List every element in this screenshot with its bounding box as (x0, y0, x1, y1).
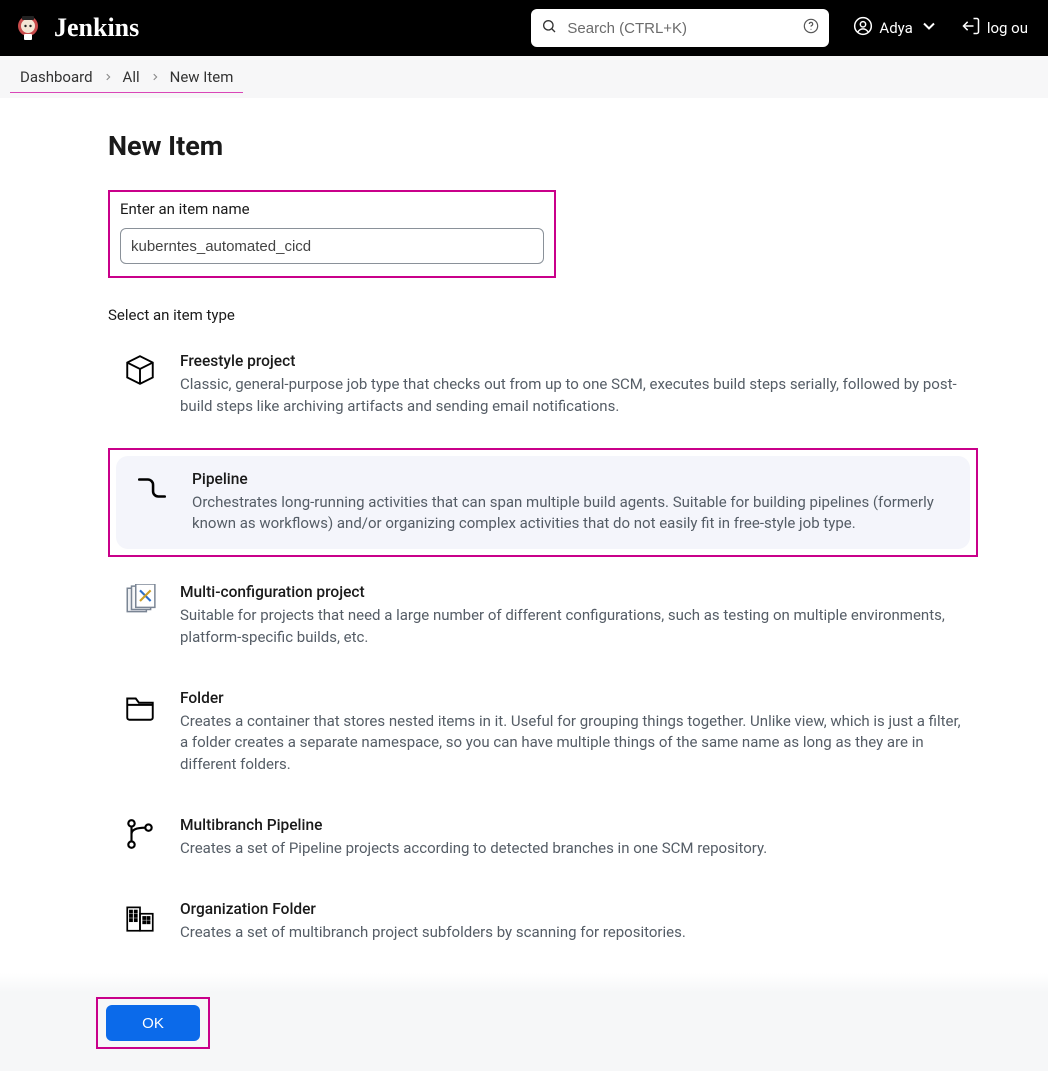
ok-highlight: OK (96, 997, 210, 1049)
page-title: New Item (108, 130, 978, 162)
item-type-title: Multibranch Pipeline (180, 816, 964, 834)
search-input[interactable] (567, 20, 793, 37)
item-name-input[interactable] (120, 228, 544, 264)
item-type-desc: Orchestrates long-running activities tha… (192, 492, 952, 536)
folder-icon (122, 689, 158, 725)
logout-label: log ou (987, 19, 1028, 37)
branch-icon (122, 816, 158, 852)
item-type-pipeline[interactable]: Pipeline Orchestrates long-running activ… (108, 448, 978, 558)
footer: OK (0, 973, 1048, 1071)
org-folder-icon (122, 900, 158, 936)
item-type-multi-config[interactable]: Multi-configuration project Suitable for… (108, 573, 978, 659)
item-type-org-folder[interactable]: Organization Folder Creates a set of mul… (108, 890, 978, 954)
item-type-folder[interactable]: Folder Creates a container that stores n… (108, 679, 978, 786)
item-type-section-label: Select an item type (108, 306, 978, 324)
item-type-desc: Creates a set of multibranch project sub… (180, 922, 964, 944)
item-type-desc: Classic, general-purpose job type that c… (180, 374, 964, 418)
user-avatar-icon (853, 16, 873, 40)
item-type-title: Freestyle project (180, 352, 964, 370)
breadcrumb-sep (146, 68, 164, 86)
item-type-desc: Creates a set of Pipeline projects accor… (180, 838, 964, 860)
breadcrumb-item-dashboard[interactable]: Dashboard (14, 68, 99, 86)
chevron-down-icon (919, 16, 939, 40)
item-type-title: Folder (180, 689, 964, 707)
search-icon (541, 18, 557, 38)
multi-config-icon (122, 583, 158, 619)
help-icon[interactable] (803, 18, 819, 38)
breadcrumb-sep (99, 68, 117, 86)
logout-link[interactable]: log ou (961, 16, 1028, 40)
item-type-title: Multi-configuration project (180, 583, 964, 601)
ok-button[interactable]: OK (106, 1005, 200, 1041)
user-menu[interactable]: Adya (853, 16, 938, 40)
item-type-freestyle[interactable]: Freestyle project Classic, general-purpo… (108, 342, 978, 428)
breadcrumb-item-new-item[interactable]: New Item (164, 68, 240, 86)
jenkins-logo-icon (12, 12, 44, 44)
item-type-title: Organization Folder (180, 900, 964, 918)
item-type-title: Pipeline (192, 470, 952, 488)
item-type-desc: Creates a container that stores nested i… (180, 711, 964, 776)
user-name: Adya (879, 19, 912, 37)
pipeline-icon (134, 470, 170, 506)
breadcrumb-bar: Dashboard All New Item (0, 56, 1048, 98)
logout-icon (961, 16, 981, 40)
main: New Item Enter an item name Select an it… (0, 98, 1048, 1071)
logo[interactable]: Jenkins (12, 12, 139, 44)
search-box[interactable] (531, 9, 829, 47)
item-name-label: Enter an item name (120, 200, 544, 218)
item-type-desc: Suitable for projects that need a large … (180, 605, 964, 649)
brand-name: Jenkins (54, 13, 139, 43)
breadcrumb: Dashboard All New Item (10, 68, 243, 93)
item-name-section: Enter an item name (108, 190, 556, 278)
box-icon (122, 352, 158, 388)
breadcrumb-item-all[interactable]: All (117, 68, 146, 86)
app-header: Jenkins Adya (0, 0, 1048, 56)
item-type-multibranch[interactable]: Multibranch Pipeline Creates a set of Pi… (108, 806, 978, 870)
